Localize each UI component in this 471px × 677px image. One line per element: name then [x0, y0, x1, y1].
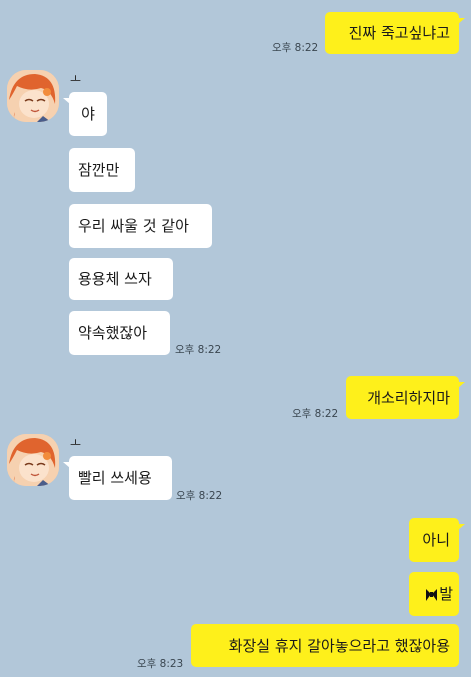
message-bubble-incoming[interactable]: 빨리 쓰세용: [63, 456, 172, 500]
message-text: 진짜 죽고싶냐고: [348, 24, 450, 42]
message-bubble-incoming[interactable]: 용용체 쓰자: [69, 258, 173, 300]
message-bubble-outgoing[interactable]: 화장실 휴지 갈아놓으라고 했잖아용: [191, 624, 459, 667]
message-time: 오후 8:22: [292, 408, 339, 420]
sender-name: ㅗ: [70, 72, 82, 86]
sender-name: ㅗ: [70, 436, 82, 450]
avatar-image: [7, 434, 59, 486]
avatar-image: [7, 70, 59, 122]
message-text: 화장실 휴지 갈아놓으라고 했잖아용: [228, 636, 450, 655]
message-bubble-outgoing[interactable]: 진짜 죽고싶냐고: [325, 12, 465, 54]
message-time: 오후 8:22: [272, 42, 319, 54]
avatar[interactable]: [7, 434, 59, 486]
message-text: 용용체 쓰자: [78, 270, 152, 288]
message-text: 우리 싸울 것 같아: [78, 217, 189, 235]
black-bow-censor-icon: [425, 587, 438, 601]
message-bubble-incoming[interactable]: 야: [63, 92, 107, 136]
message-text: 아니: [422, 531, 450, 549]
message-text: 개소리하지마: [367, 388, 450, 407]
message-bubble-outgoing[interactable]: 개소리하지마: [346, 376, 465, 419]
message-bubble-incoming[interactable]: 약속했잖아: [69, 311, 170, 355]
avatar[interactable]: [7, 70, 59, 122]
message-time: 오후 8:22: [175, 344, 222, 356]
message-bubble-incoming[interactable]: 잠깐만: [69, 148, 135, 192]
message-time: 오후 8:22: [176, 490, 223, 502]
message-text: 발: [439, 585, 453, 603]
message-bubble-outgoing[interactable]: 발: [409, 572, 459, 616]
message-time: 오후 8:23: [137, 658, 184, 670]
message-text: 약속했잖아: [78, 324, 148, 342]
message-bubble-incoming[interactable]: 우리 싸울 것 같아: [69, 204, 212, 248]
message-bubble-outgoing[interactable]: 아니: [409, 518, 465, 562]
message-text: 빨리 쓰세용: [78, 469, 152, 487]
message-text: 잠깐만: [78, 161, 120, 179]
message-text: 야: [81, 105, 95, 123]
